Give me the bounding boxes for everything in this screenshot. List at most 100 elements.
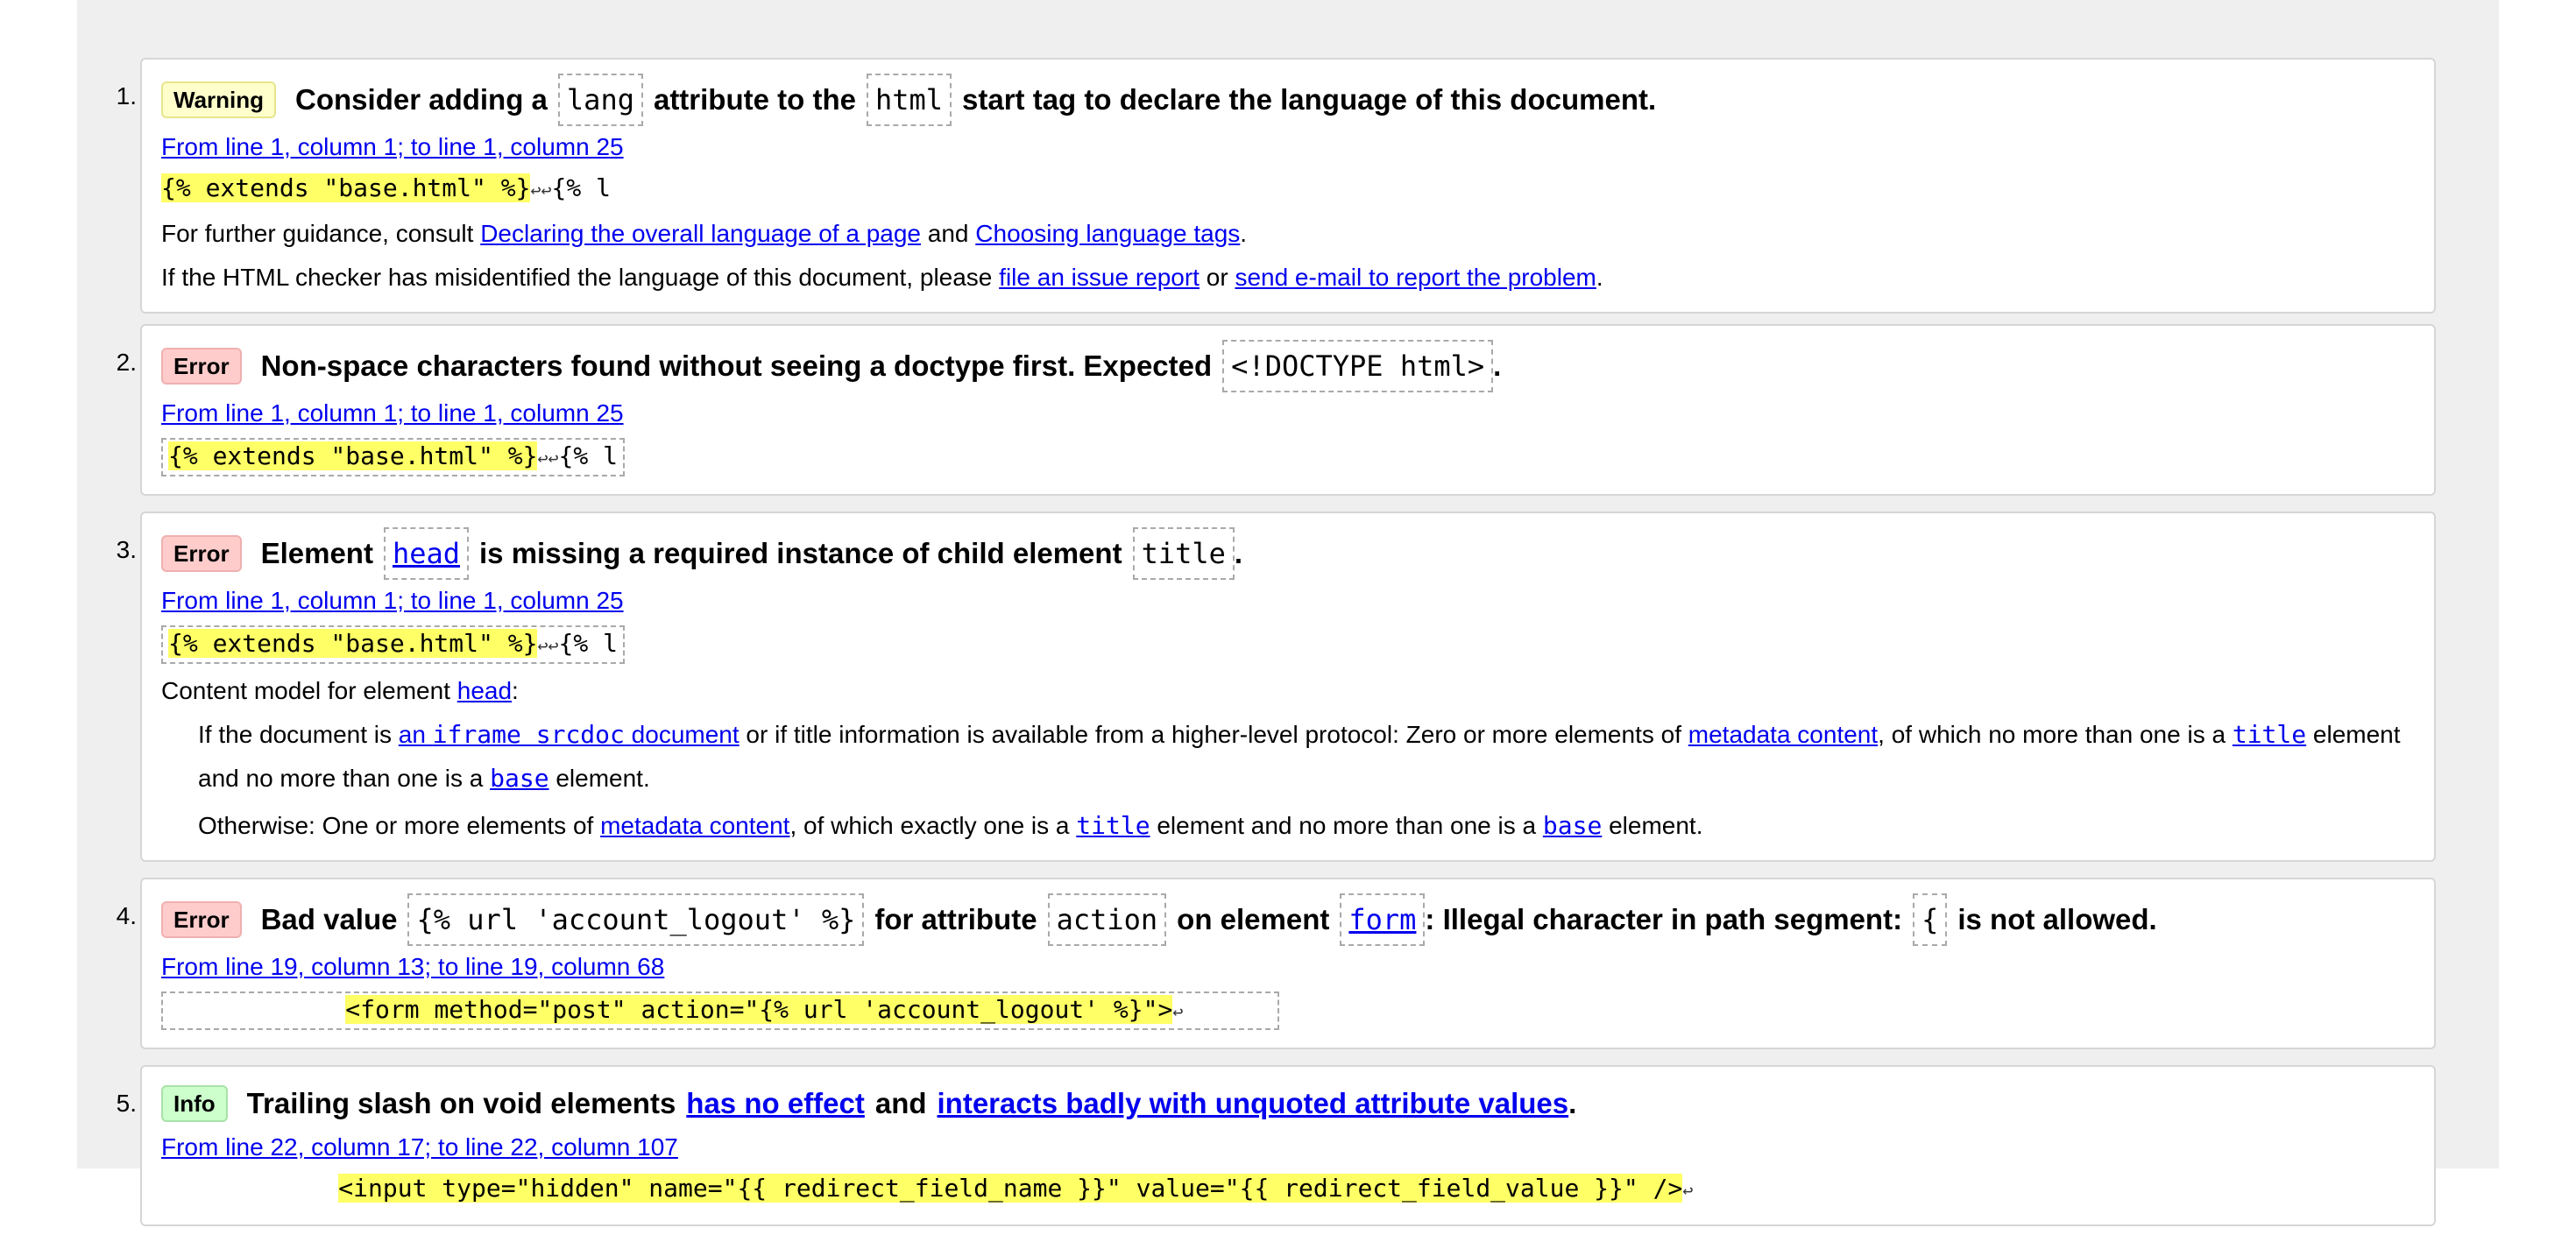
rule-text: , of which no more than one is a bbox=[1878, 721, 2226, 748]
extract-highlight: {% extends "base.html" %} bbox=[161, 173, 531, 202]
location-link[interactable]: From line 1, column 1; to line 1, column… bbox=[161, 582, 2415, 620]
link-text: document bbox=[631, 721, 740, 748]
title-text: Trailing slash on void elements bbox=[246, 1087, 676, 1119]
message-card: Warning Consider adding a lang attribute… bbox=[140, 58, 2436, 314]
title-element-link[interactable]: title bbox=[2233, 720, 2306, 749]
code-head: head bbox=[383, 527, 470, 580]
message-item: 2. Error Non-space characters found with… bbox=[77, 324, 2499, 496]
title-element-link[interactable]: title bbox=[1076, 811, 1150, 840]
code-action: action bbox=[1047, 893, 1167, 946]
misidentified-or: or bbox=[1206, 264, 1228, 291]
misidentified-suffix: . bbox=[1596, 264, 1603, 291]
return-icon: ↩↩ bbox=[537, 635, 559, 656]
results-page: 1. Warning Consider adding a lang attrib… bbox=[77, 0, 2499, 1226]
extract-highlight: {% extends "base.html" %} bbox=[168, 441, 538, 470]
message-item: 5. Info Trailing slash on void elements … bbox=[77, 1065, 2499, 1226]
base-element-link[interactable]: base bbox=[490, 764, 548, 793]
rule-text: element. bbox=[1609, 812, 1703, 839]
message-number: 3. bbox=[116, 536, 137, 563]
message-number: 5. bbox=[116, 1090, 137, 1117]
code-doctype: <!DOCTYPE html> bbox=[1222, 340, 1494, 392]
message-card: Error Element head is missing a required… bbox=[140, 512, 2436, 862]
choosing-language-tags-link[interactable]: Choosing language tags bbox=[975, 220, 1240, 247]
title-text: . bbox=[1568, 1087, 1577, 1119]
title-text: Non-space characters found without seein… bbox=[260, 349, 1213, 382]
content-model-prefix: Content model for element bbox=[161, 677, 450, 704]
misidentified-text: If the HTML checker has misidentified th… bbox=[161, 256, 2415, 300]
send-email-link[interactable]: send e-mail to report the problem bbox=[1235, 264, 1596, 291]
return-icon: ↩ bbox=[1682, 1180, 1694, 1201]
message-item: 4. Error Bad value {% url 'account_logou… bbox=[77, 878, 2499, 1049]
return-icon: ↩↩ bbox=[530, 180, 552, 201]
location-link[interactable]: From line 1, column 1; to line 1, column… bbox=[161, 128, 2415, 166]
title-text: on element bbox=[1177, 903, 1330, 935]
title-text: start tag to declare the language of thi… bbox=[962, 83, 1657, 116]
rule-text: If the document is bbox=[198, 721, 393, 748]
title-text: for attribute bbox=[874, 903, 1037, 935]
head-element-link[interactable]: head bbox=[457, 677, 512, 704]
message-title: Error Bad value {% url 'account_logout' … bbox=[161, 893, 2415, 946]
link-code: iframe srcdoc bbox=[432, 720, 625, 749]
rule-text: element. bbox=[556, 765, 650, 792]
message-title: Warning Consider adding a lang attribute… bbox=[161, 74, 2415, 126]
title-text: Element bbox=[260, 537, 373, 569]
extract-lead bbox=[161, 1174, 338, 1203]
content-model-rule: Otherwise: One or more elements of metad… bbox=[161, 804, 2415, 848]
message-number: 2. bbox=[116, 349, 137, 376]
content-model-heading: Content model for element head: bbox=[161, 669, 2415, 713]
form-element-link[interactable]: form bbox=[1348, 903, 1416, 936]
declaring-language-link[interactable]: Declaring the overall language of a page bbox=[480, 220, 921, 247]
code-extract: {% extends "base.html" %}↩↩{% l bbox=[161, 625, 625, 664]
has-no-effect-link[interactable]: has no effect bbox=[686, 1081, 865, 1126]
extract-highlight: <form method="post" action="{% url 'acco… bbox=[345, 995, 1173, 1024]
metadata-content-link[interactable]: metadata content bbox=[600, 812, 789, 839]
code-extract: <form method="post" action="{% url 'acco… bbox=[161, 991, 1279, 1030]
code-title: title bbox=[1132, 527, 1235, 580]
return-icon: ↩↩ bbox=[537, 448, 559, 469]
file-issue-link[interactable]: file an issue report bbox=[999, 264, 1200, 291]
code-form: form bbox=[1340, 893, 1426, 946]
extract-rest: {% l bbox=[558, 441, 618, 470]
info-badge: Info bbox=[161, 1085, 228, 1122]
title-text: . bbox=[1234, 537, 1243, 569]
rule-text: , of which exactly one is a bbox=[789, 812, 1070, 839]
base-element-link[interactable]: base bbox=[1543, 811, 1602, 840]
location-link[interactable]: From line 1, column 1; to line 1, column… bbox=[161, 394, 2415, 433]
code-bad-value: {% url 'account_logout' %} bbox=[407, 893, 865, 946]
guidance-and: and bbox=[927, 220, 969, 247]
warning-badge: Warning bbox=[161, 81, 277, 118]
message-list: 1. Warning Consider adding a lang attrib… bbox=[77, 58, 2499, 1242]
unquoted-attribute-link[interactable]: interacts badly with unquoted attribute … bbox=[938, 1081, 1569, 1126]
title-text: : Illegal character in path segment: bbox=[1425, 903, 1903, 935]
content-model-rule: If the document is an iframe srcdoc docu… bbox=[161, 713, 2415, 801]
message-title: Info Trailing slash on void elements has… bbox=[161, 1081, 2415, 1126]
code-lang: lang bbox=[557, 74, 643, 126]
message-number: 4. bbox=[116, 902, 137, 929]
message-number: 1. bbox=[116, 82, 137, 109]
location-link[interactable]: From line 19, column 13; to line 19, col… bbox=[161, 948, 2415, 986]
code-brace: { bbox=[1913, 893, 1948, 946]
misidentified-prefix: If the HTML checker has misidentified th… bbox=[161, 264, 993, 291]
metadata-content-link[interactable]: metadata content bbox=[1688, 721, 1878, 748]
message-card: Error Non-space characters found without… bbox=[140, 324, 2436, 496]
title-text: Bad value bbox=[260, 903, 398, 935]
location-link[interactable]: From line 22, column 17; to line 22, col… bbox=[161, 1128, 2415, 1167]
extract-highlight: {% extends "base.html" %} bbox=[168, 629, 538, 658]
error-badge: Error bbox=[161, 901, 242, 938]
extract-rest: {% l bbox=[558, 629, 618, 658]
code-extract: <input type="hidden" name="{{ redirect_f… bbox=[161, 1172, 1693, 1207]
rule-text: element and no more than one is a bbox=[1157, 812, 1537, 839]
extract-highlight: <input type="hidden" name="{{ redirect_f… bbox=[338, 1174, 1683, 1203]
message-card: Info Trailing slash on void elements has… bbox=[140, 1065, 2436, 1226]
guidance-prefix: For further guidance, consult bbox=[161, 220, 474, 247]
message-card: Error Bad value {% url 'account_logout' … bbox=[140, 878, 2436, 1049]
error-badge: Error bbox=[161, 348, 242, 385]
head-element-link[interactable]: head bbox=[393, 537, 460, 570]
title-text: is not allowed. bbox=[1957, 903, 2157, 935]
content-model-suffix: : bbox=[512, 677, 519, 704]
iframe-srcdoc-link[interactable]: an iframe srcdoc document bbox=[399, 720, 740, 749]
title-text: is missing a required instance of child … bbox=[479, 537, 1122, 569]
title-text: . bbox=[1493, 349, 1502, 382]
extract-lead bbox=[168, 995, 345, 1024]
title-text: and bbox=[874, 1087, 927, 1119]
